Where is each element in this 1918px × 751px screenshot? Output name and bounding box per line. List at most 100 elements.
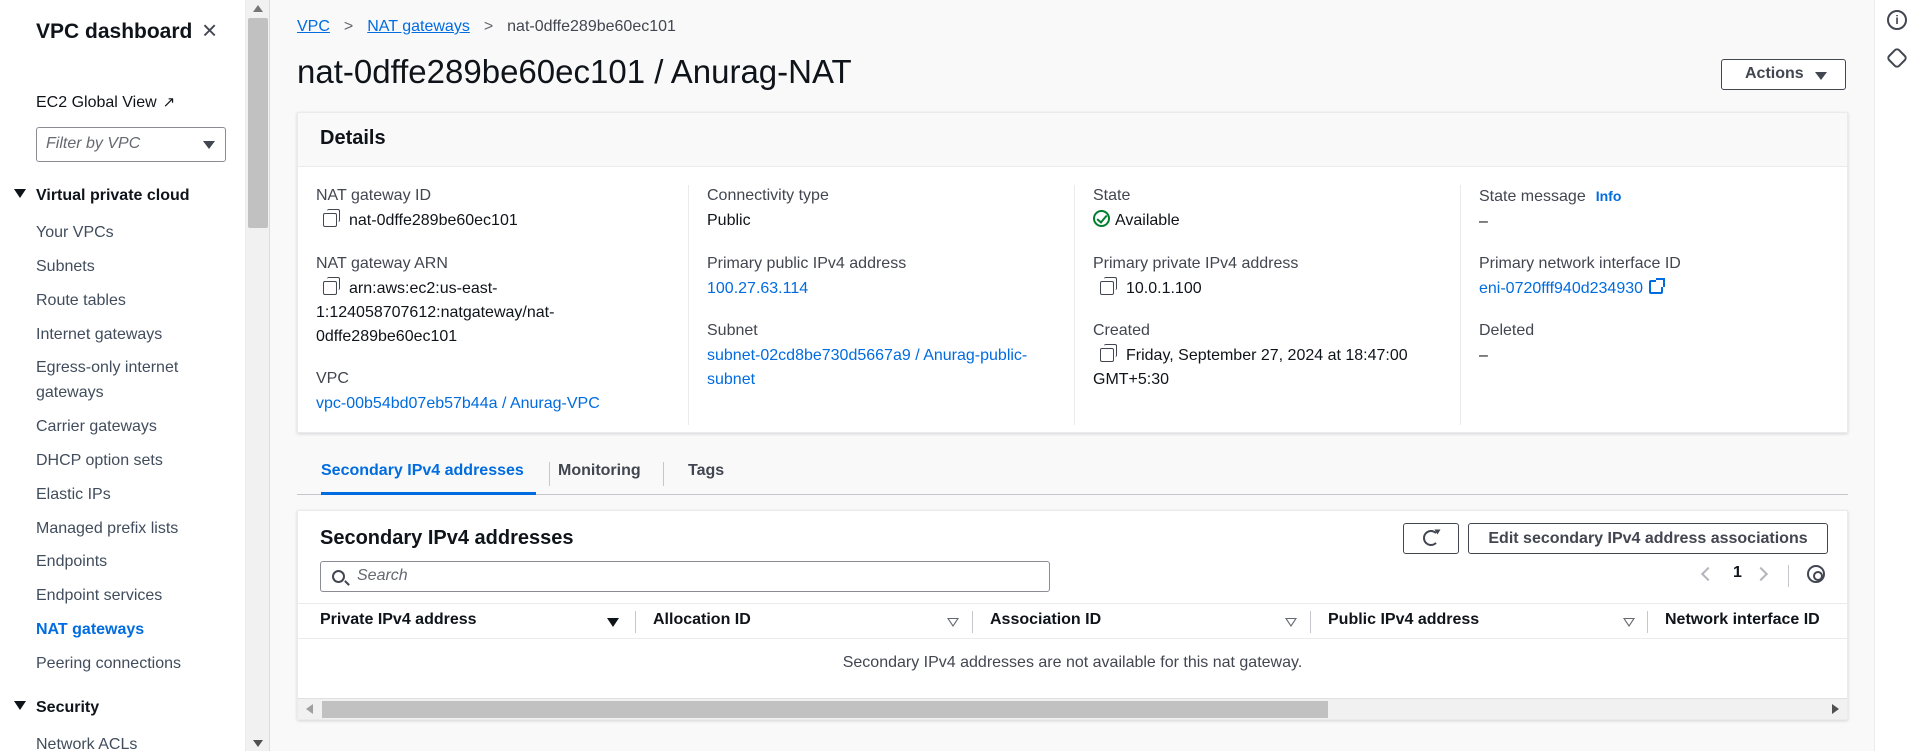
state-label: State bbox=[1093, 187, 1131, 204]
status-success-icon bbox=[1093, 210, 1110, 228]
chevron-right-icon: > bbox=[483, 18, 494, 35]
caret-down-icon bbox=[14, 701, 26, 711]
chevron-left-icon[interactable] bbox=[1700, 566, 1716, 582]
refresh-icon bbox=[1423, 530, 1439, 546]
secondary-ipv4-panel: Secondary IPv4 addresses Edit secondary … bbox=[297, 510, 1848, 720]
state-field: State Available bbox=[1093, 185, 1453, 233]
sidebar-item-nat-gateways[interactable]: NAT gateways bbox=[36, 617, 196, 642]
scroll-right-arrow-icon[interactable] bbox=[1832, 704, 1839, 714]
sidebar-item-elastic-ips[interactable]: Elastic IPs bbox=[36, 482, 196, 507]
subnet-link-line1[interactable]: subnet-02cd8be730d5667a9 / Anurag-public… bbox=[707, 344, 1067, 368]
tab-secondary-ipv4-addresses[interactable]: Secondary IPv4 addresses bbox=[321, 462, 536, 495]
scroll-down-arrow-icon[interactable] bbox=[253, 740, 263, 747]
actions-dropdown-button[interactable]: Actions bbox=[1721, 59, 1846, 90]
table-header: Private IPv4 address Allocation ID Assoc… bbox=[298, 603, 1847, 639]
sidebar-item-internet-gateways[interactable]: Internet gateways bbox=[36, 322, 196, 347]
page-number[interactable]: 1 bbox=[1733, 564, 1742, 582]
chevron-right-icon[interactable] bbox=[1753, 566, 1769, 582]
sidebar-item-egress-only-internet-gateways[interactable]: Egress-only internet gateways bbox=[36, 355, 196, 405]
column-header-public-ipv4[interactable]: Public IPv4 address bbox=[1328, 611, 1479, 629]
copy-icon[interactable] bbox=[323, 276, 340, 295]
search-input[interactable]: Search bbox=[320, 561, 1050, 592]
refresh-button[interactable] bbox=[1403, 523, 1459, 554]
tab-monitoring[interactable]: Monitoring bbox=[558, 462, 641, 495]
sidebar-item-endpoint-services[interactable]: Endpoint services bbox=[36, 583, 196, 608]
breadcrumb-vpc[interactable]: VPC bbox=[297, 18, 330, 35]
chevron-right-icon: > bbox=[343, 18, 354, 35]
section-label: Security bbox=[36, 699, 100, 716]
tab-divider bbox=[549, 462, 550, 486]
breadcrumb: VPC > NAT gateways > nat-0dffe289be60ec101 bbox=[297, 18, 676, 36]
column-header-private-ipv4[interactable]: Private IPv4 address bbox=[320, 611, 477, 629]
column-header-allocation-id[interactable]: Allocation ID bbox=[653, 611, 751, 629]
tab-divider bbox=[663, 462, 664, 486]
subnet-link-line2[interactable]: subnet bbox=[707, 368, 1067, 392]
sidebar-item-peering-connections[interactable]: Peering connections bbox=[36, 651, 196, 676]
sidebar-item-your-vpcs[interactable]: Your VPCs bbox=[36, 220, 196, 245]
nat-gateway-id-value: nat-0dffe289be60ec101 bbox=[349, 212, 518, 229]
info-icon[interactable]: i bbox=[1887, 10, 1907, 30]
external-link-icon bbox=[1649, 277, 1666, 294]
sidebar-item-route-tables[interactable]: Route tables bbox=[36, 288, 196, 313]
details-panel: Details NAT gateway ID nat-0dffe289be60e… bbox=[297, 112, 1848, 433]
column-header-association-id[interactable]: Association ID bbox=[990, 611, 1101, 629]
deleted-label: Deleted bbox=[1479, 322, 1535, 339]
created-value-line2: GMT+5:30 bbox=[1093, 371, 1170, 388]
state-message-value: – bbox=[1479, 213, 1488, 230]
sidebar-item-endpoints[interactable]: Endpoints bbox=[36, 549, 196, 574]
external-link-icon: ↗ bbox=[162, 94, 176, 111]
sidebar-item-carrier-gateways[interactable]: Carrier gateways bbox=[36, 414, 196, 439]
created-label: Created bbox=[1093, 322, 1150, 339]
copy-icon[interactable] bbox=[323, 208, 340, 227]
tab-tags[interactable]: Tags bbox=[688, 462, 724, 495]
vpc-filter-select[interactable]: Filter by VPC bbox=[36, 127, 226, 162]
vpc-field: VPC vpc-00b54bd07eb57b44a / Anurag-VPC bbox=[316, 368, 676, 416]
settings-gear-icon[interactable] bbox=[1807, 565, 1825, 583]
caret-down-icon bbox=[203, 141, 215, 149]
column-header-network-interface-id[interactable]: Network interface ID bbox=[1665, 611, 1820, 629]
state-message-field: State message Info – bbox=[1479, 185, 1839, 234]
sidebar-item-subnets[interactable]: Subnets bbox=[36, 254, 196, 279]
sidebar-item-managed-prefix-lists[interactable]: Managed prefix lists bbox=[36, 516, 196, 541]
caret-down-icon bbox=[14, 189, 26, 199]
sort-descending-icon[interactable] bbox=[607, 618, 619, 627]
divider bbox=[1788, 565, 1789, 587]
page-title: nat-0dffe289be60ec101 / Anurag-NAT bbox=[297, 53, 852, 90]
section-virtual-private-cloud[interactable]: Virtual private cloud bbox=[14, 187, 190, 205]
info-link[interactable]: Info bbox=[1596, 188, 1622, 204]
section-label: Virtual private cloud bbox=[36, 187, 190, 204]
nat-gateway-arn-value-line1: arn:aws:ec2:us-east- bbox=[349, 280, 498, 297]
created-field: Created Friday, September 27, 2024 at 18… bbox=[1093, 320, 1453, 392]
sidebar-item-network-acls[interactable]: Network ACLs bbox=[36, 732, 196, 751]
tutorial-panel-icon[interactable] bbox=[1885, 46, 1909, 70]
sidebar-title: VPC dashboard bbox=[36, 20, 193, 43]
copy-icon[interactable] bbox=[1100, 343, 1117, 362]
sidebar-item-ec2-global-view[interactable]: EC2 Global View ↗ bbox=[36, 93, 175, 112]
tab-label: Tags bbox=[688, 462, 725, 479]
primary-public-ip-label: Primary public IPv4 address bbox=[707, 255, 907, 272]
edit-secondary-ipv4-associations-button[interactable]: Edit secondary IPv4 address associations bbox=[1468, 523, 1828, 554]
section-security[interactable]: Security bbox=[14, 699, 99, 717]
primary-public-ip-field: Primary public IPv4 address 100.27.63.11… bbox=[707, 253, 1067, 301]
network-interface-link[interactable]: eni-0720fff940d234930 bbox=[1479, 280, 1643, 297]
scrollbar-thumb[interactable] bbox=[248, 18, 268, 228]
breadcrumb-nat-gateways[interactable]: NAT gateways bbox=[367, 18, 470, 35]
side-navigation: VPC dashboard × EC2 Global View ↗ Filter … bbox=[0, 0, 246, 751]
details-column-1: NAT gateway ID nat-0dffe289be60ec101 NAT… bbox=[298, 185, 684, 425]
vpc-link[interactable]: vpc-00b54bd07eb57b44a / Anurag-VPC bbox=[316, 392, 676, 416]
subnet-field: Subnet subnet-02cd8be730d5667a9 / Anurag… bbox=[707, 320, 1067, 392]
sidebar-scrollbar[interactable] bbox=[246, 0, 270, 751]
scroll-up-arrow-icon[interactable] bbox=[253, 5, 263, 12]
primary-private-ip-field: Primary private IPv4 address 10.0.1.100 bbox=[1093, 253, 1453, 301]
horizontal-scrollbar[interactable] bbox=[298, 698, 1847, 719]
copy-icon[interactable] bbox=[1100, 276, 1117, 295]
scrollbar-thumb[interactable] bbox=[322, 701, 1328, 718]
sidebar-item-dhcp-option-sets[interactable]: DHCP option sets bbox=[36, 448, 196, 473]
search-icon bbox=[332, 570, 345, 583]
tab-label: Monitoring bbox=[558, 462, 641, 479]
primary-network-interface-label: Primary network interface ID bbox=[1479, 255, 1681, 272]
close-icon[interactable]: × bbox=[202, 17, 224, 43]
primary-public-ip-link[interactable]: 100.27.63.114 bbox=[707, 277, 1067, 301]
deleted-value: – bbox=[1479, 347, 1488, 364]
scroll-left-arrow-icon[interactable] bbox=[306, 704, 313, 714]
